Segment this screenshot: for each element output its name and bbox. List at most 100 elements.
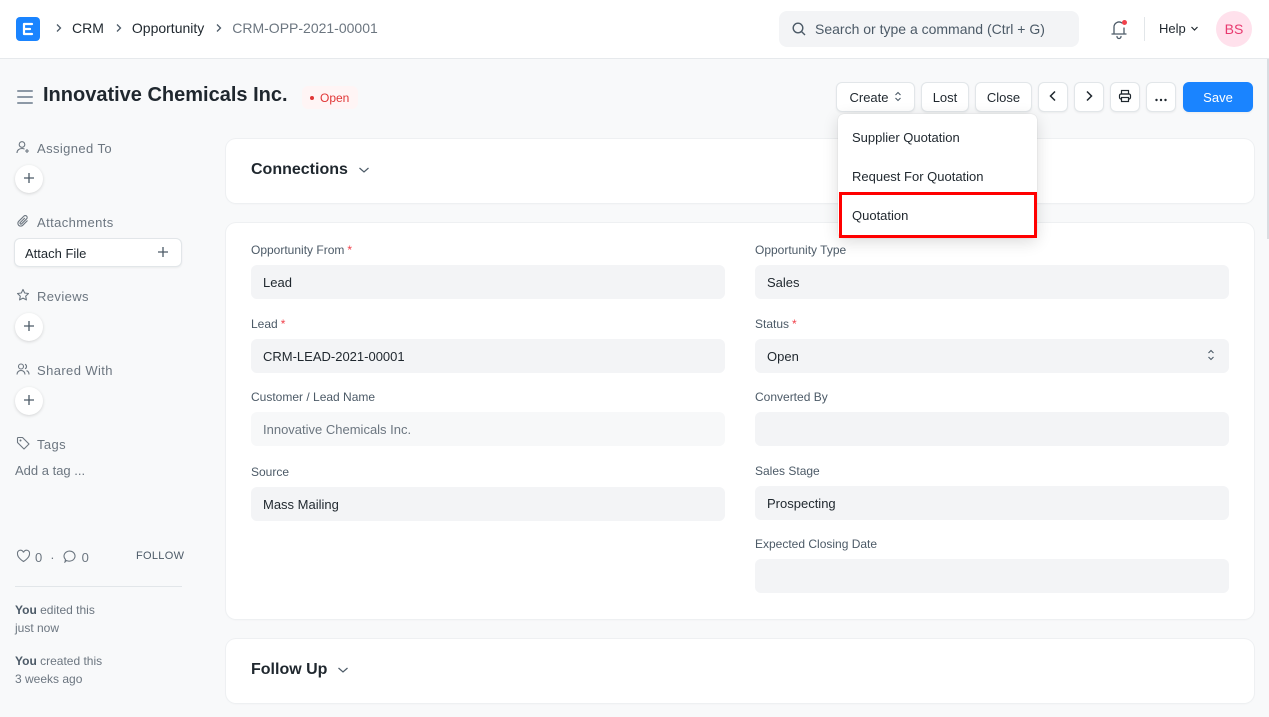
status-value: Open <box>767 348 799 364</box>
sidebar-shared-with: Shared With <box>16 362 113 379</box>
star-icon <box>16 288 30 305</box>
customer-lead-name-field: Innovative Chemicals Inc. <box>251 412 725 446</box>
notification-bell-icon[interactable] <box>1109 18 1129 40</box>
label-text: Opportunity From <box>251 243 345 257</box>
follow-up-toggle[interactable]: Follow Up <box>251 661 349 679</box>
notification-dot <box>1122 20 1127 25</box>
users-icon <box>16 362 30 379</box>
connections-toggle[interactable]: Connections <box>251 161 370 179</box>
lost-button[interactable]: Lost <box>921 82 969 112</box>
attachments-label: Attachments <box>37 215 114 230</box>
plus-icon <box>23 172 35 187</box>
expected-closing-date-label: Expected Closing Date <box>755 537 878 551</box>
navbar: CRM Opportunity CRM-OPP-2021-00001 Searc… <box>0 0 1269 59</box>
user-add-icon <box>16 140 30 157</box>
menu-item-request-for-quotation[interactable]: Request For Quotation <box>852 169 984 184</box>
chevron-down-icon <box>358 161 370 179</box>
breadcrumb: CRM Opportunity CRM-OPP-2021-00001 <box>54 20 388 36</box>
previous-record-button[interactable] <box>1038 82 1068 112</box>
avatar[interactable]: BS <box>1216 11 1252 47</box>
page-title: Innovative Chemicals Inc. <box>43 84 288 106</box>
label-text: Lead <box>251 317 278 331</box>
next-record-button[interactable] <box>1074 82 1104 112</box>
expected-closing-date-field[interactable] <box>755 559 1229 593</box>
chevron-right-icon <box>214 23 224 33</box>
breadcrumb-opportunity[interactable]: Opportunity <box>132 20 204 36</box>
opportunity-from-label: Opportunity From * <box>251 243 352 257</box>
more-actions-button[interactable] <box>1146 82 1176 112</box>
sidebar-toggle-icon[interactable] <box>17 90 33 104</box>
chevron-right-icon <box>1084 90 1094 105</box>
sidebar-attachments: Attachments <box>16 214 114 231</box>
activity-item: You created this 3 weeks ago <box>15 652 102 688</box>
select-arrows-icon <box>894 90 902 105</box>
source-label: Source <box>251 465 290 479</box>
status-label: Status * <box>755 317 797 331</box>
activity-action: created this <box>36 654 103 668</box>
opportunity-from-field[interactable]: Lead <box>251 265 725 299</box>
assigned-to-label: Assigned To <box>37 141 112 156</box>
create-label: Create <box>849 89 889 105</box>
app-logo-icon[interactable] <box>16 17 40 41</box>
opportunity-type-field[interactable]: Sales <box>755 265 1229 299</box>
chevron-right-icon <box>54 23 64 33</box>
menu-item-supplier-quotation[interactable]: Supplier Quotation <box>852 130 960 145</box>
separator: · <box>50 550 55 565</box>
plus-icon <box>23 394 35 409</box>
shared-with-label: Shared With <box>37 363 113 378</box>
likes-count: 0 <box>35 550 43 565</box>
breadcrumb-crm[interactable]: CRM <box>72 20 104 36</box>
menu-item-quotation[interactable]: Quotation <box>852 208 908 223</box>
select-arrows-icon <box>1207 348 1215 365</box>
tags-label: Tags <box>37 437 67 452</box>
search-input[interactable]: Search or type a command (Ctrl + G) <box>779 11 1079 47</box>
paperclip-icon <box>16 214 30 231</box>
required-marker: * <box>792 317 797 331</box>
sidebar-tags: Tags <box>16 436 66 453</box>
sidebar-reviews: Reviews <box>16 288 89 305</box>
close-button[interactable]: Close <box>975 82 1032 112</box>
activity-actor: You <box>15 654 37 668</box>
plus-icon <box>157 246 169 261</box>
heart-icon[interactable] <box>16 549 31 566</box>
search-icon <box>792 22 806 39</box>
activity-time: just now <box>15 621 60 635</box>
sidebar-divider <box>15 586 182 587</box>
opportunity-type-label: Opportunity Type <box>755 243 847 257</box>
chevron-right-icon <box>114 23 124 33</box>
add-share-button[interactable] <box>15 387 43 415</box>
status-select[interactable]: Open <box>755 339 1229 373</box>
sales-stage-field[interactable]: Prospecting <box>755 486 1229 520</box>
converted-by-field[interactable] <box>755 412 1229 446</box>
add-review-button[interactable] <box>15 313 43 341</box>
help-label: Help <box>1159 21 1186 36</box>
details-section: Opportunity From * Lead Lead * CRM-LEAD-20… <box>226 223 1254 619</box>
printer-icon <box>1118 89 1132 106</box>
status-dot <box>310 95 314 100</box>
attach-file-label: Attach File <box>25 246 87 261</box>
follow-button[interactable]: FOLLOW <box>136 550 184 562</box>
comment-icon[interactable] <box>63 549 78 566</box>
status-badge: Open <box>302 86 359 109</box>
activity-item: You edited this just now <box>15 601 95 637</box>
save-button[interactable]: Save <box>1183 82 1253 112</box>
converted-by-label: Converted By <box>755 390 828 404</box>
tag-icon <box>16 436 30 453</box>
create-button[interactable]: Create <box>836 82 915 112</box>
print-button[interactable] <box>1110 82 1140 112</box>
follow-up-title: Follow Up <box>251 661 328 678</box>
chevron-down-icon <box>337 661 349 679</box>
add-assignee-button[interactable] <box>15 165 43 193</box>
ellipsis-icon <box>1154 90 1168 105</box>
activity-time: 3 weeks ago <box>15 672 83 686</box>
breadcrumb-current: CRM-OPP-2021-00001 <box>232 20 378 36</box>
lead-field[interactable]: CRM-LEAD-2021-00001 <box>251 339 725 373</box>
add-tag-input[interactable]: Add a tag ... <box>15 463 85 478</box>
customer-lead-name-label: Customer / Lead Name <box>251 390 376 404</box>
connections-section: Connections <box>226 139 1254 203</box>
source-field[interactable]: Mass Mailing <box>251 487 725 521</box>
help-dropdown[interactable]: Help <box>1159 21 1199 36</box>
navbar-divider <box>1144 17 1145 41</box>
sales-stage-label: Sales Stage <box>755 464 820 478</box>
attach-file-button[interactable]: Attach File <box>14 238 182 267</box>
